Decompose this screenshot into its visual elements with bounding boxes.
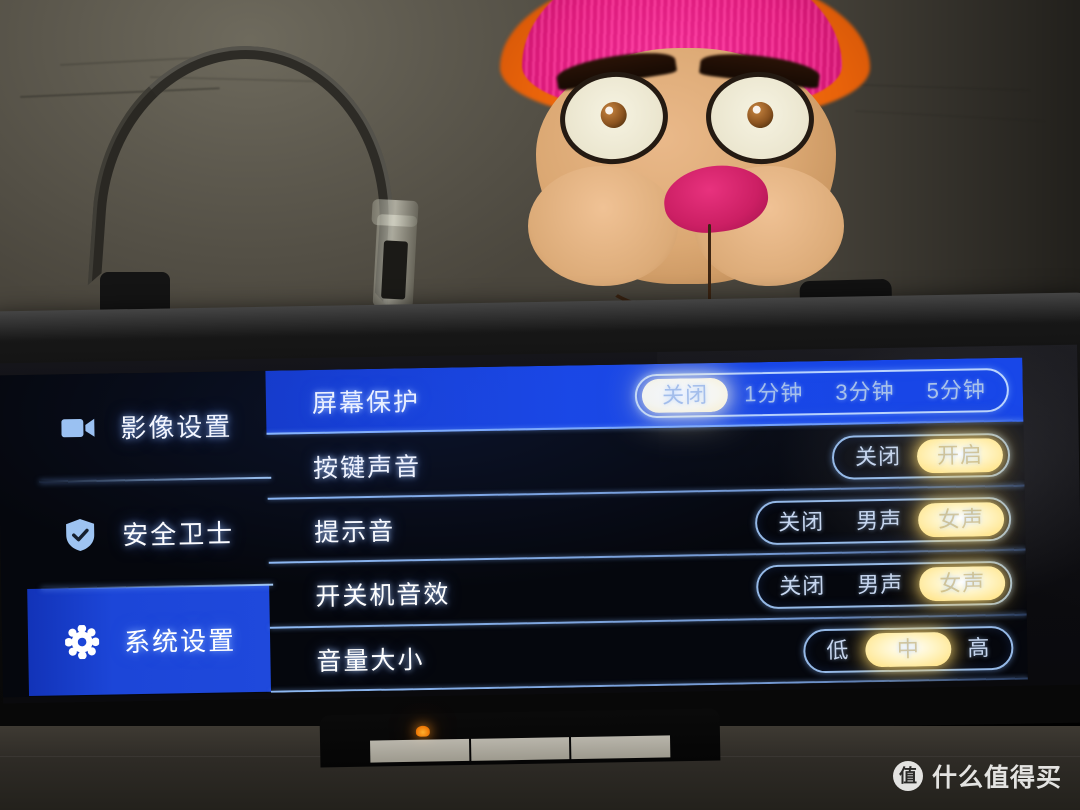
settings-option-group: 关闭 1分钟 3分钟 5分钟 — [634, 368, 1010, 419]
shield-check-icon — [60, 517, 101, 552]
gear-icon — [62, 624, 103, 659]
settings-option[interactable]: 关闭 — [763, 569, 842, 604]
mirror-mount-clip-left — [100, 272, 170, 312]
settings-option-selected[interactable]: 中 — [865, 631, 952, 668]
video-camera-icon — [58, 416, 98, 439]
settings-row-label: 音量大小 — [316, 645, 425, 676]
settings-option-group: 关闭 男声 女声 — [755, 561, 1013, 610]
device-button[interactable] — [470, 737, 570, 761]
settings-list: 屏幕保护 关闭 1分钟 3分钟 5分钟 按键声音 关闭 开启 提示音 关闭 男声 女声 开关机音效 关闭男… — [265, 357, 1028, 693]
sidebar-item-label: 系统设置 — [123, 625, 237, 658]
settings-option[interactable]: 5分钟 — [910, 373, 1002, 409]
settings-option[interactable]: 3分钟 — [819, 375, 911, 411]
plush-pupil-left — [599, 100, 628, 130]
watermark: 值 什么值得买 — [892, 758, 1062, 794]
sidebar: 影像设置 安全卫士 系统设置 — [0, 371, 274, 698]
settings-row-label: 按键声音 — [312, 452, 422, 483]
dashcam-mirror-device: 影像设置 安全卫士 系统设置 屏幕保护 关闭 1分钟 3分钟 5分钟 按键声音 … — [0, 292, 1080, 742]
sidebar-item-safety-guard[interactable]: 安全卫士 — [25, 478, 269, 589]
device-bottom-housing — [319, 708, 721, 768]
settings-option[interactable]: 男声 — [841, 568, 920, 603]
plush-face — [528, 46, 844, 318]
settings-option-group: 低中高 — [802, 625, 1014, 674]
settings-option[interactable]: 男声 — [840, 503, 919, 538]
plush-pupil-right — [746, 100, 775, 129]
settings-row-label: 开关机音效 — [315, 580, 451, 612]
watermark-text: 什么值得买 — [931, 764, 1062, 792]
plush-mouth-divider — [708, 224, 711, 310]
sidebar-item-label: 安全卫士 — [121, 518, 235, 551]
plush-toy — [490, 0, 880, 318]
sidebar-item-label: 影像设置 — [120, 411, 233, 444]
screenshot-scene: 影像设置 安全卫士 系统设置 屏幕保护 关闭 1分钟 3分钟 5分钟 按键声音 … — [0, 0, 1080, 810]
settings-option-group: 关闭 开启 — [831, 432, 1011, 480]
device-button[interactable] — [571, 735, 671, 760]
settings-row-label: 提示音 — [313, 517, 396, 547]
settings-option-group: 关闭 男声 女声 — [754, 496, 1012, 546]
settings-option[interactable]: 关闭 — [762, 505, 841, 540]
mirror-glass: 影像设置 安全卫士 系统设置 屏幕保护 关闭 1分钟 3分钟 5分钟 按键声音 … — [0, 344, 1080, 704]
device-button[interactable] — [370, 738, 470, 763]
usb-connector-plug — [372, 214, 418, 308]
settings-option-selected[interactable]: 女声 — [918, 566, 1006, 602]
status-led-indicator — [415, 725, 430, 737]
settings-option-selected[interactable]: 女声 — [917, 501, 1005, 538]
sidebar-item-system-settings[interactable]: 系统设置 — [27, 584, 272, 696]
settings-option[interactable]: 关闭 — [839, 439, 918, 474]
sidebar-item-video-settings[interactable]: 影像设置 — [23, 371, 267, 482]
settings-row-label: 屏幕保护 — [311, 388, 421, 419]
settings-option-selected[interactable]: 开启 — [916, 437, 1004, 474]
settings-option[interactable]: 低 — [810, 633, 866, 668]
settings-screen: 影像设置 安全卫士 系统设置 屏幕保护 关闭 1分钟 3分钟 5分钟 按键声音 … — [0, 357, 1028, 698]
device-button-strip[interactable] — [370, 735, 671, 763]
settings-row[interactable]: 音量大小 低中高 — [270, 615, 1028, 693]
settings-row-separator — [270, 677, 1028, 693]
watermark-logo-icon: 值 — [892, 761, 923, 791]
settings-option[interactable]: 1分钟 — [728, 376, 820, 412]
settings-option[interactable]: 高 — [951, 631, 1007, 666]
settings-option-selected[interactable]: 关闭 — [641, 377, 729, 414]
